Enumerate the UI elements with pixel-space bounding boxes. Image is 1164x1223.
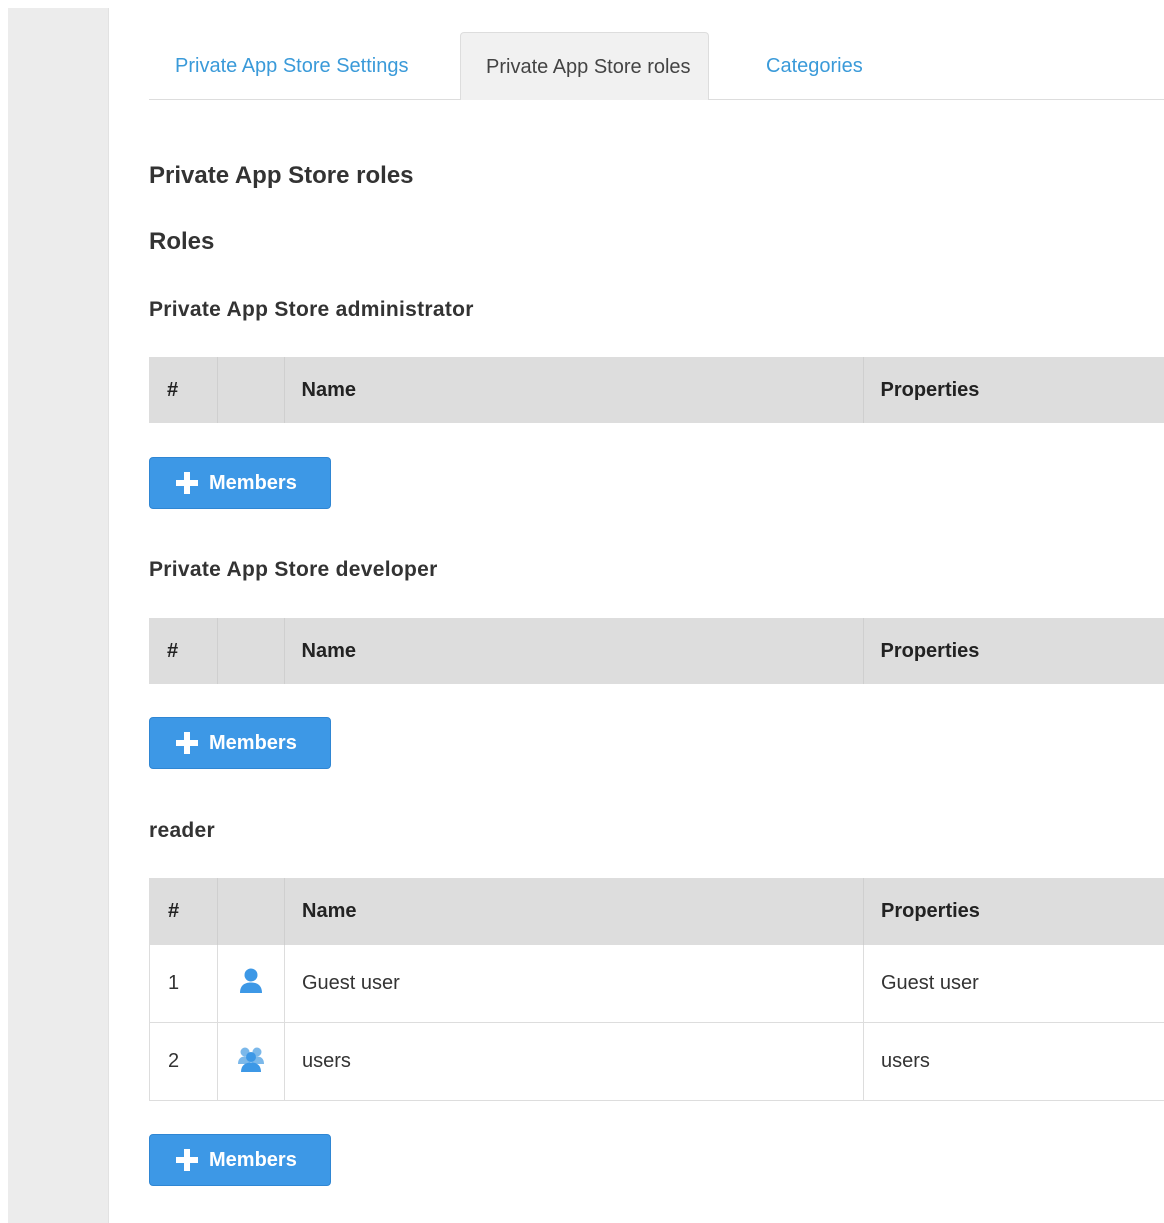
member-name: Guest user xyxy=(284,944,864,1023)
tab-settings[interactable]: Private App Store Settings xyxy=(149,32,434,98)
row-num: 1 xyxy=(149,944,218,1023)
member-name: users xyxy=(284,1022,864,1101)
col-header-num: # xyxy=(149,357,217,423)
add-members-label: Members xyxy=(209,731,297,754)
col-header-icon xyxy=(216,618,284,684)
col-header-name[interactable]: Name xyxy=(283,618,863,684)
add-members-label: Members xyxy=(209,471,297,494)
plus-icon xyxy=(176,732,198,754)
role-title-developer: Private App Store developer xyxy=(149,558,438,581)
members-table-developer: # Name Properties xyxy=(149,618,1164,684)
col-header-num: # xyxy=(149,878,218,945)
col-header-properties[interactable]: Properties xyxy=(863,878,1164,945)
col-header-num: # xyxy=(149,618,217,684)
members-table-reader: # Name Properties 1 Guest user Guest use… xyxy=(149,878,1164,1101)
table-header-row: # Name Properties xyxy=(149,357,1164,423)
plus-icon xyxy=(176,1149,198,1171)
group-icon xyxy=(238,1047,264,1072)
table-header-row: # Name Properties xyxy=(149,618,1164,684)
tab-bar: Private App Store Settings Private App S… xyxy=(149,32,1164,100)
col-header-name[interactable]: Name xyxy=(283,357,863,423)
member-icon-cell xyxy=(217,944,285,1023)
add-members-button-administrator[interactable]: Members xyxy=(149,457,331,509)
tab-categories[interactable]: Categories xyxy=(740,32,889,98)
member-properties: Guest user xyxy=(863,944,1164,1023)
members-table-administrator: # Name Properties xyxy=(149,357,1164,423)
member-properties: users xyxy=(863,1022,1164,1101)
left-panel xyxy=(8,8,109,1223)
user-icon xyxy=(240,968,262,993)
tab-roles[interactable]: Private App Store roles xyxy=(460,32,709,100)
page-title: Private App Store roles xyxy=(149,162,414,189)
col-header-properties[interactable]: Properties xyxy=(862,357,1164,423)
row-num: 2 xyxy=(149,1022,218,1101)
role-title-reader: reader xyxy=(149,819,216,842)
col-header-properties[interactable]: Properties xyxy=(862,618,1164,684)
plus-icon xyxy=(176,472,198,494)
col-header-icon xyxy=(217,878,285,945)
table-row[interactable]: 2 users users xyxy=(149,1022,1164,1101)
table-row[interactable]: 1 Guest user Guest user xyxy=(149,944,1164,1023)
member-icon-cell xyxy=(217,1022,285,1101)
role-title-administrator: Private App Store administrator xyxy=(149,298,474,321)
add-members-label: Members xyxy=(209,1148,297,1171)
col-header-icon xyxy=(216,357,284,423)
table-header-row: # Name Properties xyxy=(149,878,1164,945)
add-members-button-developer[interactable]: Members xyxy=(149,717,331,769)
left-edge xyxy=(0,0,8,1223)
section-title: Roles xyxy=(149,228,215,255)
col-header-name[interactable]: Name xyxy=(284,878,864,945)
add-members-button-reader[interactable]: Members xyxy=(149,1134,331,1186)
